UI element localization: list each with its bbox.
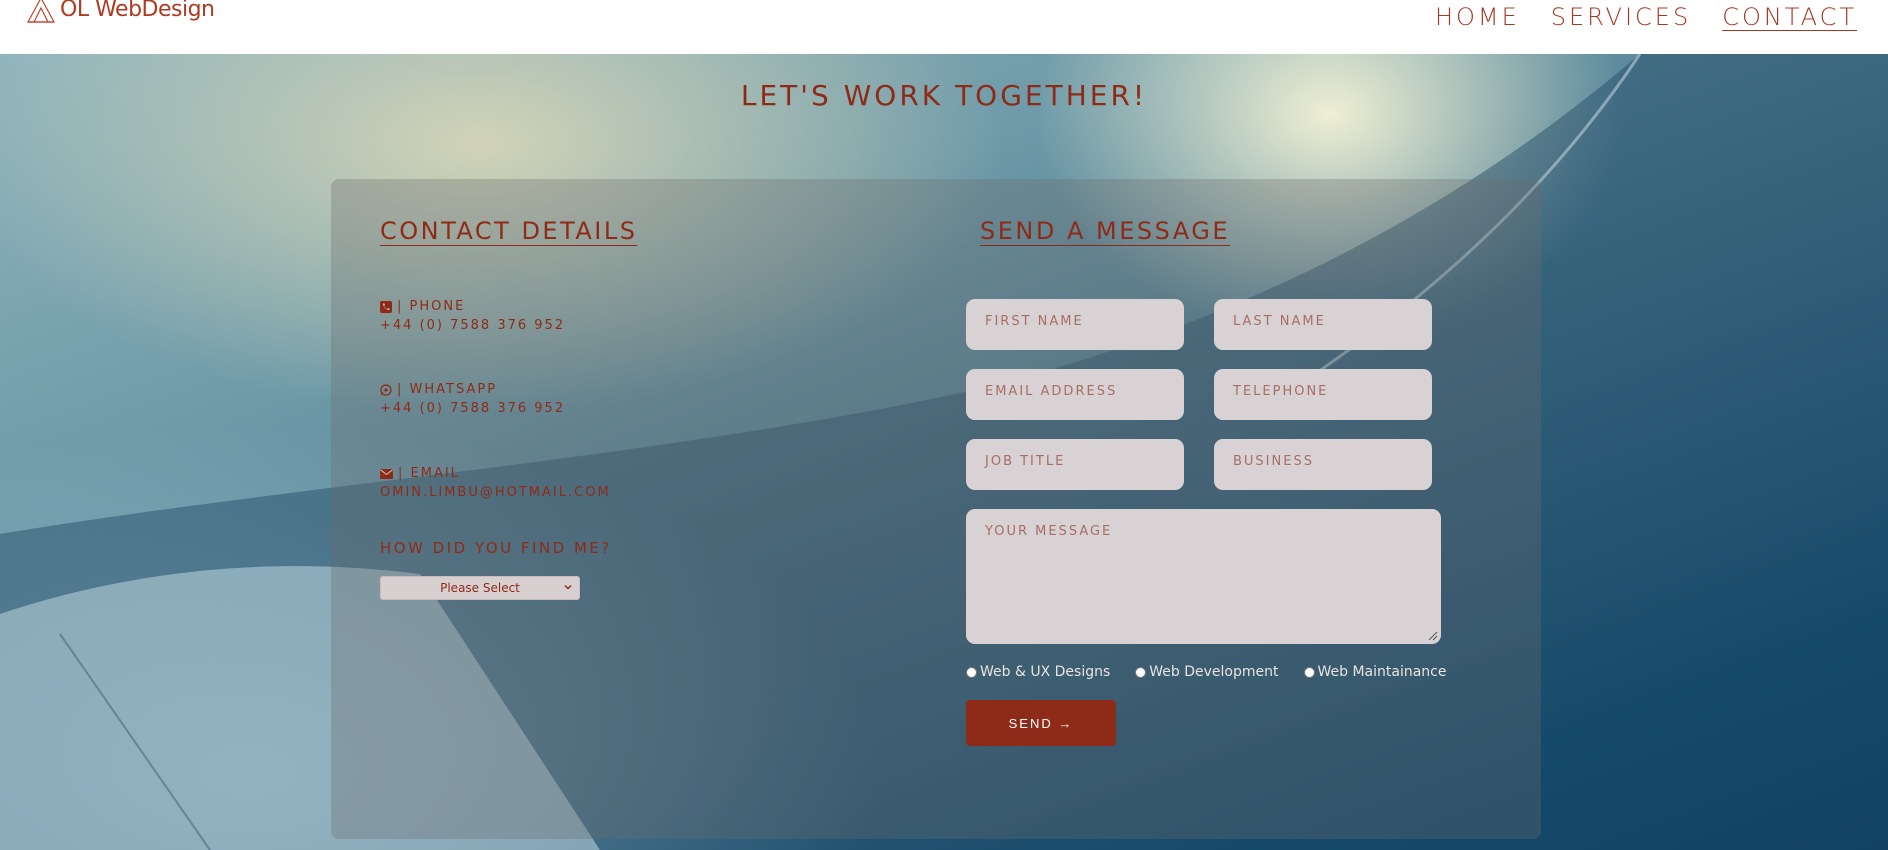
telephone-field[interactable]: TELEPHONE [1214,369,1432,420]
radio-label: Web Maintainance [1317,664,1447,680]
page-headline: LET'S WORK TOGETHER! [740,79,1148,112]
send-button[interactable]: SEND → [966,700,1116,746]
contact-panel: CONTACT DETAILS | PHONE +44 (0) 7588 376… [331,179,1541,839]
radio-web-development[interactable]: Web Development [1135,664,1279,680]
email-value[interactable]: OMIN.LIMBU@HOTMAIL.COM [380,483,611,502]
site-header: OL WebDesign HOME SERVICES CONTACT [0,0,1888,54]
radio-button[interactable] [1135,666,1147,678]
logo-mark-icon [26,0,56,23]
email-detail: | EMAIL OMIN.LIMBU@HOTMAIL.COM [380,464,611,502]
radio-web-ux[interactable]: Web & UX Designs [966,664,1110,680]
brand-logo[interactable]: OL WebDesign [26,0,215,24]
phone-detail: | PHONE +44 (0) 7588 376 952 [380,297,565,335]
radio-button[interactable] [1303,666,1315,678]
find-me-selected: Please Select [440,581,520,595]
resize-handle-icon[interactable] [1426,629,1438,641]
phone-value[interactable]: +44 (0) 7588 376 952 [380,316,565,335]
message-textarea[interactable]: YOUR MESSAGE [966,509,1441,644]
whatsapp-detail: | WHATSAPP +44 (0) 7588 376 952 [380,380,565,418]
nav-home[interactable]: HOME [1435,2,1520,32]
radio-button[interactable] [966,666,977,678]
main-nav: HOME SERVICES CONTACT [1435,2,1857,32]
nav-contact[interactable]: CONTACT [1722,2,1857,32]
job-title-field[interactable]: JOB TITLE [966,439,1184,490]
email-label: | EMAIL [398,466,460,481]
envelope-icon [380,468,393,479]
find-me-title: HOW DID YOU FIND ME? [380,539,612,557]
radio-label: Web Development [1149,664,1279,680]
phone-icon [380,300,392,313]
brand-name: OL WebDesign [60,0,215,22]
email-field[interactable]: EMAIL ADDRESS [966,369,1184,420]
nav-services[interactable]: SERVICES [1551,2,1691,32]
radio-label: Web & UX Designs [980,664,1111,680]
whatsapp-icon [380,383,392,396]
radio-web-maintainance[interactable]: Web Maintainance [1303,664,1447,680]
whatsapp-label: | WHATSAPP [397,382,498,397]
business-field[interactable]: BUSINESS [1214,439,1432,490]
message-placeholder: YOUR MESSAGE [985,524,1113,539]
chevron-down-icon [564,584,572,590]
send-message-title: SEND A MESSAGE [980,217,1231,245]
phone-label: | PHONE [397,299,466,314]
last-name-field[interactable]: LAST NAME [1214,299,1432,350]
first-name-field[interactable]: FIRST NAME [966,299,1184,350]
contact-details-title: CONTACT DETAILS [380,217,638,245]
service-options: Web & UX Designs Web Development Web Mai… [966,664,1447,680]
whatsapp-value[interactable]: +44 (0) 7588 376 952 [380,399,565,418]
find-me-select[interactable]: Please Select [380,576,580,600]
